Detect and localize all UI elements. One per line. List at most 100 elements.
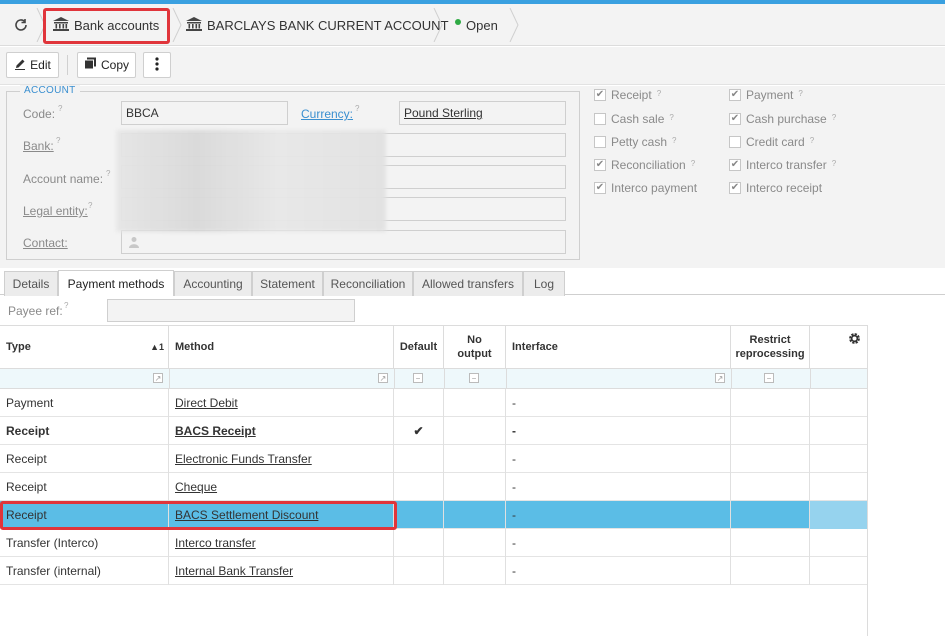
filter-open-icon[interactable]: ↗	[153, 373, 163, 383]
cell-no-output	[444, 389, 506, 417]
tab-allowed-transfers[interactable]: Allowed transfers	[413, 271, 523, 296]
column-header-type[interactable]: Type ▲1	[0, 325, 169, 368]
column-header-no-output[interactable]: No output	[444, 325, 506, 368]
tab-reconciliation[interactable]: Reconciliation	[323, 271, 413, 296]
cell-type: Transfer (Interco)	[0, 529, 169, 557]
contact-link[interactable]: Contact:	[23, 236, 68, 250]
bank-link[interactable]: Bank:	[23, 139, 54, 153]
payee-ref-field[interactable]	[107, 299, 355, 322]
cell-type-text: Receipt	[6, 424, 50, 438]
checkbox-cash-sale[interactable]	[594, 113, 606, 125]
cell-method[interactable]: Electronic Funds Transfer	[169, 445, 394, 473]
table-row[interactable]: Payment Direct Debit -	[0, 389, 868, 417]
cell-spacer	[810, 445, 868, 473]
breadcrumb-account[interactable]: BARCLAYS BANK CURRENT ACCOUNT	[186, 4, 449, 46]
flag-label: Petty cash	[611, 135, 668, 149]
tab-accounting[interactable]: Accounting	[174, 271, 252, 296]
payee-ref-label: Payee ref:	[8, 304, 63, 318]
table-row[interactable]: Transfer (internal) Internal Bank Transfe…	[0, 557, 868, 585]
cell-method[interactable]: Direct Debit	[169, 389, 394, 417]
breadcrumb-account-label: BARCLAYS BANK CURRENT ACCOUNT	[207, 17, 449, 33]
checkbox-receipt[interactable]: ✔	[594, 89, 606, 101]
column-header-method[interactable]: Method	[169, 325, 394, 368]
cell-method[interactable]: Cheque	[169, 473, 394, 501]
cell-method-text[interactable]: BACS Receipt	[175, 424, 256, 438]
column-no-output-label-line2: output	[457, 347, 492, 360]
legal-entity-link[interactable]: Legal entity:	[23, 204, 88, 218]
cell-method[interactable]: Internal Bank Transfer	[169, 557, 394, 585]
code-field[interactable]: BBCA	[121, 101, 288, 125]
cell-method[interactable]: BACS Receipt	[169, 417, 394, 445]
checkbox-petty-cash[interactable]	[594, 136, 606, 148]
filter-toggle-icon[interactable]: −	[764, 373, 774, 383]
filter-open-icon[interactable]: ↗	[715, 373, 725, 383]
flag-credit-card[interactable]: Credit card?	[729, 135, 814, 149]
flag-label: Cash sale	[611, 112, 665, 126]
grid-settings[interactable]	[810, 325, 868, 368]
cell-type-text: Receipt	[6, 480, 47, 494]
flag-cash-purchase[interactable]: ✔ Cash purchase?	[729, 112, 836, 126]
checkbox-interco-payment[interactable]: ✔	[594, 182, 606, 194]
flag-receipt[interactable]: ✔ Receipt?	[594, 88, 661, 102]
flag-interco-transfer[interactable]: ✔ Interco transfer?	[729, 158, 836, 172]
edit-button[interactable]: Edit	[6, 52, 59, 78]
column-header-interface[interactable]: Interface	[506, 325, 731, 368]
checkbox-credit-card[interactable]	[729, 136, 741, 148]
cell-method-text[interactable]: Internal Bank Transfer	[175, 564, 293, 578]
flag-interco-payment[interactable]: ✔ Interco payment	[594, 181, 697, 195]
help-icon: ?	[690, 158, 696, 168]
tab-payment-methods[interactable]: Payment methods	[58, 270, 174, 296]
gear-icon[interactable]	[848, 332, 861, 348]
column-method-label: Method	[175, 340, 215, 353]
cell-method-text[interactable]: Interco transfer	[175, 536, 256, 550]
column-header-restrict-reprocessing[interactable]: Restrict reprocessing	[731, 325, 810, 368]
tab-details[interactable]: Details	[4, 271, 58, 296]
flag-interco-receipt[interactable]: ✔ Interco receipt	[729, 181, 822, 195]
help-icon: ?	[672, 135, 677, 145]
cell-default	[394, 501, 444, 529]
filter-toggle-icon[interactable]: −	[413, 373, 423, 383]
code-label: Code:	[23, 107, 56, 121]
flag-cash-sale[interactable]: Cash sale?	[594, 112, 674, 126]
flag-payment[interactable]: ✔ Payment?	[729, 88, 803, 102]
contact-field[interactable]	[121, 230, 566, 254]
table-row[interactable]: Receipt Electronic Funds Transfer -	[0, 445, 868, 473]
currency-link[interactable]: Currency:	[301, 107, 353, 121]
table-row[interactable]: Receipt BACS Receipt ✔ -	[0, 417, 868, 445]
cell-restrict-reprocessing	[731, 417, 810, 445]
cell-interface: -	[506, 557, 731, 585]
cell-method-text[interactable]: Cheque	[175, 480, 217, 494]
cell-method[interactable]: Interco transfer	[169, 529, 394, 557]
refresh-icon[interactable]	[10, 4, 32, 46]
cell-interface-text: -	[512, 424, 516, 438]
tab-statement[interactable]: Statement	[252, 271, 323, 296]
copy-button[interactable]: Copy	[77, 52, 136, 78]
cell-default	[394, 557, 444, 585]
filter-open-icon[interactable]: ↗	[378, 373, 388, 383]
checkbox-reconciliation[interactable]: ✔	[594, 159, 606, 171]
cell-method-text[interactable]: Electronic Funds Transfer	[175, 452, 312, 466]
more-options-button[interactable]	[143, 52, 171, 78]
cell-spacer	[810, 473, 868, 501]
help-icon: ?	[831, 112, 837, 122]
table-row[interactable]: Transfer (Interco) Interco transfer -	[0, 529, 868, 557]
column-divider	[731, 368, 732, 389]
flag-petty-cash[interactable]: Petty cash?	[594, 135, 676, 149]
checkbox-payment[interactable]: ✔	[729, 89, 741, 101]
checkbox-interco-receipt[interactable]: ✔	[729, 182, 741, 194]
checkbox-interco-transfer[interactable]: ✔	[729, 159, 741, 171]
cell-method-text[interactable]: Direct Debit	[175, 396, 238, 410]
checkbox-cash-purchase[interactable]: ✔	[729, 113, 741, 125]
cell-spacer	[810, 529, 868, 557]
cell-type: Receipt	[0, 417, 169, 445]
filter-toggle-icon[interactable]: −	[469, 373, 479, 383]
flag-label: Payment	[746, 88, 794, 102]
flag-reconciliation[interactable]: ✔ Reconciliation?	[594, 158, 695, 172]
cell-interface: -	[506, 529, 731, 557]
currency-field[interactable]: Pound Sterling	[399, 101, 566, 125]
tab-log[interactable]: Log	[523, 271, 565, 296]
column-header-default[interactable]: Default	[394, 325, 444, 368]
table-row[interactable]: Receipt Cheque -	[0, 473, 868, 501]
cell-default	[394, 529, 444, 557]
sort-ascending-icon[interactable]: ▲1	[150, 342, 164, 352]
